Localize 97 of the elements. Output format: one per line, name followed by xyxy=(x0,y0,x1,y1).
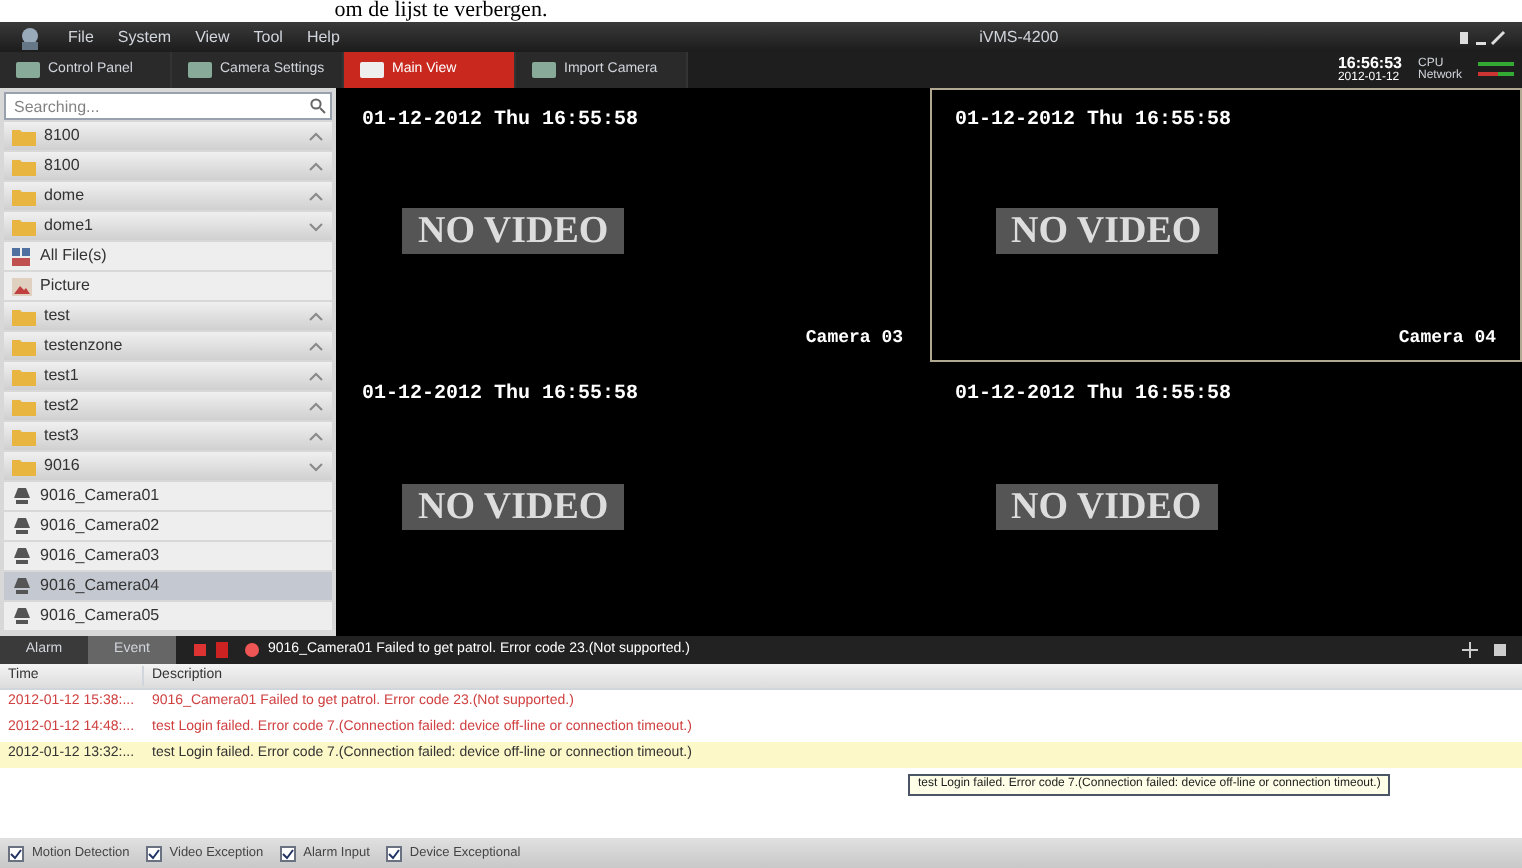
chevron-icon[interactable] xyxy=(308,371,324,381)
window-title: iVMS-4200 xyxy=(977,25,1059,49)
chevron-icon[interactable] xyxy=(308,461,324,471)
tree-item[interactable]: 9016_Camera01 xyxy=(4,482,332,510)
camera-icon xyxy=(12,546,32,566)
item-label: Picture xyxy=(40,274,90,298)
item-label: All File(s) xyxy=(40,244,107,268)
no-video-label: NO VIDEO xyxy=(402,483,625,529)
item-label: 9016_Camera05 xyxy=(40,604,160,628)
camera-icon xyxy=(12,516,32,536)
search-field[interactable]: Searching... xyxy=(4,92,332,120)
folder-row[interactable]: 9016 xyxy=(4,452,332,480)
app-logo-icon xyxy=(16,25,44,49)
no-video-label: NO VIDEO xyxy=(995,483,1218,529)
timestamp: 01-12-2012 Thu 16:55:58 xyxy=(362,381,641,410)
folder-icon xyxy=(12,337,36,355)
tree-item[interactable]: 9016_Camera05 xyxy=(4,602,332,630)
folder-row[interactable]: test3 xyxy=(4,422,332,450)
timestamp: 01-12-2012 Thu 16:55:58 xyxy=(362,107,641,136)
window-controls-icon[interactable] xyxy=(1457,29,1506,45)
tree-item[interactable]: Picture xyxy=(4,272,332,300)
tree-item[interactable]: 9016_Camera04 xyxy=(4,572,332,600)
tree-item[interactable]: 9016_Camera02 xyxy=(4,512,332,540)
folder-row[interactable]: test1 xyxy=(4,362,332,390)
folder-icon xyxy=(12,157,36,175)
folder-row[interactable]: test xyxy=(4,302,332,330)
checkbox[interactable] xyxy=(8,845,24,861)
check-icon xyxy=(147,847,160,859)
check-icon xyxy=(387,847,400,859)
camera-name: Camera 04 xyxy=(1398,325,1496,351)
folder-row[interactable]: testenzone xyxy=(4,332,332,360)
folder-row[interactable]: 8100 xyxy=(4,152,332,180)
item-label: 9016_Camera03 xyxy=(40,544,160,568)
checkbox[interactable] xyxy=(145,845,162,861)
no-video-label: NO VIDEO xyxy=(995,207,1218,254)
item-label: 8100 xyxy=(44,124,80,148)
folder-row[interactable]: test2 xyxy=(4,392,332,420)
folder-row[interactable]: dome xyxy=(4,182,332,210)
picture-icon xyxy=(12,277,32,295)
usage-meter-icon xyxy=(1478,60,1514,80)
search-icon xyxy=(310,98,326,114)
timestamp: 01-12-2012 Thu 16:55:58 xyxy=(955,381,1234,410)
tab-icon xyxy=(188,60,212,80)
folder-row[interactable]: 8100 xyxy=(4,122,332,150)
camera-name: Camera 03 xyxy=(805,325,903,351)
camera-icon xyxy=(12,606,32,626)
menu-item[interactable]: Tool xyxy=(253,25,283,49)
chevron-icon[interactable] xyxy=(308,341,324,351)
folder-icon xyxy=(12,367,36,385)
chevron-icon[interactable] xyxy=(308,221,324,231)
chevron-icon[interactable] xyxy=(308,311,324,321)
item-label: 9016_Camera02 xyxy=(40,514,160,538)
check-icon xyxy=(10,847,22,859)
folder-icon xyxy=(12,187,36,205)
tree-item[interactable]: All File(s) xyxy=(4,242,332,270)
folder-icon xyxy=(12,457,36,475)
item-label: testenzone xyxy=(44,334,123,358)
grid-icon xyxy=(12,247,32,265)
chevron-icon[interactable] xyxy=(308,401,324,411)
checkbox[interactable] xyxy=(279,845,296,861)
item-label: 9016_Camera04 xyxy=(40,574,160,598)
chevron-icon[interactable] xyxy=(308,131,324,141)
no-video-label: NO VIDEO xyxy=(402,207,625,254)
tab-icon xyxy=(360,60,384,80)
folder-icon xyxy=(12,127,36,145)
menu-item[interactable]: System xyxy=(117,25,172,49)
item-label: test xyxy=(44,304,70,328)
item-label: 9016 xyxy=(44,454,80,478)
tab-icon xyxy=(16,60,40,80)
tab-icon xyxy=(532,60,556,80)
item-label: dome1 xyxy=(44,214,93,238)
item-label: test2 xyxy=(44,394,79,418)
check-icon xyxy=(281,847,294,859)
folder-icon xyxy=(12,397,36,415)
folder-icon xyxy=(12,307,36,325)
chevron-icon[interactable] xyxy=(308,191,324,201)
tree-item[interactable]: 9016_Camera03 xyxy=(4,542,332,570)
video-tile[interactable]: 01-12-2012 Thu 16:55:58 NO VIDEO Camera 04 xyxy=(929,88,1522,362)
menu-item[interactable]: File xyxy=(68,25,94,49)
item-label: test3 xyxy=(44,424,79,448)
camera-icon xyxy=(12,576,32,596)
page-caption: om de lijst te verbergen. xyxy=(334,0,548,22)
item-label: test1 xyxy=(44,364,79,388)
chevron-icon[interactable] xyxy=(308,431,324,441)
item-label: 9016_Camera01 xyxy=(40,484,160,508)
item-label: dome xyxy=(44,184,85,208)
checkbox[interactable] xyxy=(385,845,402,861)
folder-row[interactable]: dome1 xyxy=(4,212,332,240)
timestamp: 01-12-2012 Thu 16:55:58 xyxy=(955,107,1234,136)
menu-item[interactable]: View xyxy=(195,25,230,49)
camera-icon xyxy=(12,486,32,506)
menu-item[interactable]: Help xyxy=(306,25,340,49)
folder-icon xyxy=(12,217,36,235)
item-label: 8100 xyxy=(44,154,80,178)
chevron-icon[interactable] xyxy=(308,161,324,171)
clock-time: 16:56:53 xyxy=(1337,56,1402,72)
folder-icon xyxy=(12,427,36,445)
